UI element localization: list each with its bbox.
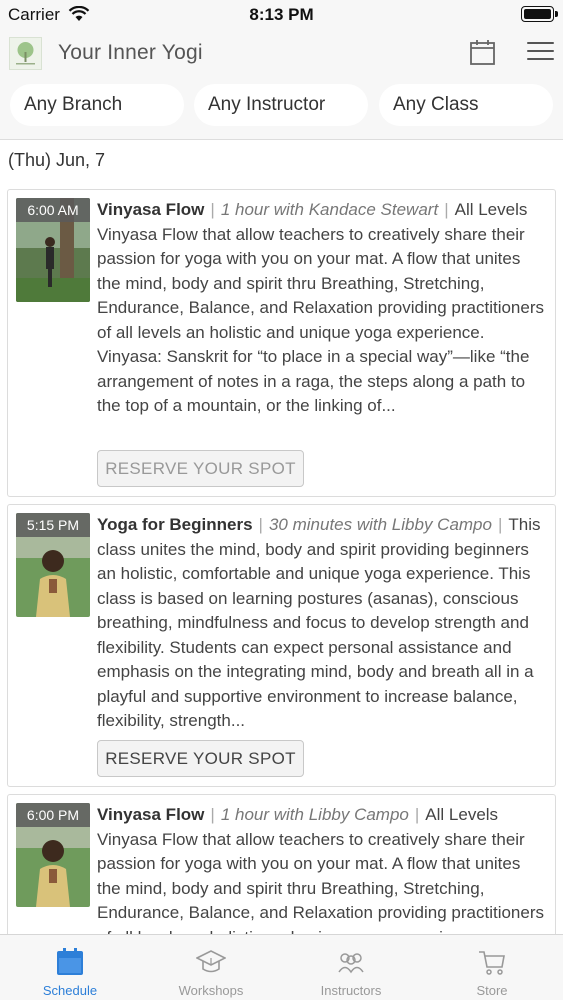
tab-label: Workshops — [178, 983, 244, 998]
status-bar: Carrier 8:13 PM — [0, 0, 563, 30]
class-card[interactable]: 5:15 PM Yoga for Beginners | 30 minutes wi… — [7, 504, 556, 787]
class-meta: 30 minutes with Libby Campo — [268, 515, 492, 534]
class-time-badge: 6:00 AM — [16, 198, 90, 222]
class-description: All Levels Vinyasa Flow that allow teach… — [97, 200, 544, 415]
reserve-button[interactable]: RESERVE YOUR SPOT — [97, 450, 304, 487]
tab-store[interactable]: Store — [422, 935, 562, 1000]
tab-label: Schedule — [42, 983, 98, 998]
graduation-cap-icon — [196, 950, 226, 973]
class-card[interactable]: 6:00 PM Vinyasa Flow | 1 hour with Libby C… — [7, 794, 556, 934]
class-details: Vinyasa Flow | 1 hour with Kandace Stewart… — [97, 200, 544, 415]
calendar-icon — [57, 948, 83, 975]
class-name: Yoga for Beginners — [97, 515, 253, 534]
calendar-icon[interactable] — [469, 39, 496, 66]
people-icon — [338, 953, 364, 974]
tree-logo-icon — [9, 37, 42, 70]
class-card[interactable]: 6:00 AM Vinyasa Flow | 1 hour with Kandace… — [7, 189, 556, 497]
reserve-button[interactable]: RESERVE YOUR SPOT — [97, 740, 304, 777]
app-header: Your Inner Yogi — [0, 30, 563, 76]
class-time-badge: 6:00 PM — [16, 803, 90, 827]
instructor-photo: 5:15 PM — [16, 513, 90, 617]
tab-label: Instructors — [320, 983, 382, 998]
instructor-photo: 6:00 PM — [16, 803, 90, 907]
class-list[interactable]: 6:00 AM Vinyasa Flow | 1 hour with Kandace… — [0, 182, 563, 934]
class-details: Yoga for Beginners | 30 minutes with Libby… — [97, 515, 541, 730]
tab-schedule[interactable]: Schedule — [0, 935, 140, 1000]
class-name: Vinyasa Flow — [97, 805, 205, 824]
filter-bar: Any Branch Any Instructor Any Class — [0, 76, 563, 140]
app-title: Your Inner Yogi — [58, 41, 203, 64]
tab-workshops[interactable]: Workshops — [141, 935, 281, 1000]
instructor-filter[interactable]: Any Instructor — [194, 84, 368, 126]
class-name: Vinyasa Flow — [97, 200, 205, 219]
class-filter[interactable]: Any Class — [379, 84, 553, 126]
date-header: (Thu) Jun, 7 — [0, 140, 563, 182]
class-meta: 1 hour with Libby Campo — [220, 805, 409, 824]
shopping-cart-icon — [479, 951, 505, 975]
battery-icon — [521, 6, 558, 22]
class-meta: 1 hour with Kandace Stewart — [220, 200, 439, 219]
clock: 8:13 PM — [249, 5, 314, 24]
class-time-badge: 5:15 PM — [16, 513, 90, 537]
class-description: This class unites the mind, body and spi… — [97, 515, 541, 730]
hamburger-menu-icon[interactable] — [527, 42, 554, 62]
tab-label: Store — [476, 983, 508, 998]
class-description: All Levels Vinyasa Flow that allow teach… — [97, 805, 544, 934]
date-label: (Thu) Jun, 7 — [8, 150, 106, 170]
tab-instructors[interactable]: Instructors — [281, 935, 421, 1000]
instructor-photo: 6:00 AM — [16, 198, 90, 302]
tab-bar: Schedule Workshops Instructors Store — [0, 934, 563, 1000]
class-details: Vinyasa Flow | 1 hour with Libby Campo | All… — [97, 803, 547, 934]
branch-filter[interactable]: Any Branch — [10, 84, 184, 126]
